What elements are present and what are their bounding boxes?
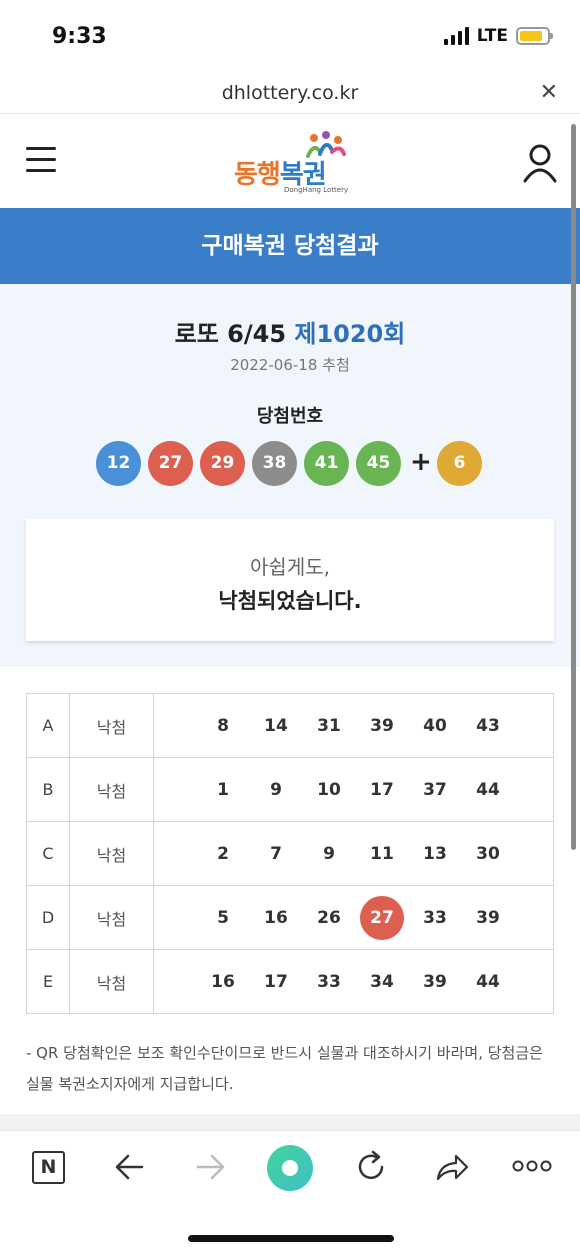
draw-date: 2022-06-18 추첨 [230, 356, 350, 374]
url-text[interactable]: dhlottery.co.kr [0, 82, 580, 104]
share-icon[interactable] [434, 1149, 470, 1185]
status-time: 9:33 [52, 24, 107, 49]
row-letter: B [26, 757, 70, 822]
logo[interactable]: 동행복권 DongHang Lottery [232, 130, 352, 194]
row-numbers: 8 14 31 39 40 43 [153, 693, 554, 758]
table-row: E 낙첨 16 17 33 34 39 44 [26, 949, 554, 1014]
result-section: 로또 6/45 제1020회 2022-06-18 추첨 당첨번호 12 27 … [0, 284, 580, 667]
row-letter: A [26, 693, 70, 758]
user-icon[interactable] [522, 143, 558, 183]
forward-arrow-icon[interactable] [194, 1149, 226, 1185]
table-row: C 낙첨 2 7 9 11 13 30 [26, 821, 554, 886]
ticket-number: 34 [370, 972, 394, 992]
more-icon[interactable] [512, 1159, 552, 1173]
close-icon[interactable]: ✕ [540, 80, 558, 105]
footer-strip [0, 1114, 580, 1130]
page-banner: 구매복권 당첨결과 [0, 208, 580, 284]
ticket-number: 33 [423, 908, 447, 928]
ticket-number: 10 [317, 780, 341, 800]
winning-balls: 12 27 29 38 41 45 + 6 [96, 441, 496, 487]
table-row: A 낙첨 8 14 31 39 40 43 [26, 693, 554, 758]
winning-ball: 29 [200, 441, 245, 486]
row-letter: E [26, 949, 70, 1014]
row-letter: D [26, 885, 70, 950]
ticket-number: 31 [317, 716, 341, 736]
scrollbar[interactable] [571, 124, 576, 850]
winning-ball: 45 [356, 441, 401, 486]
table-row: B 낙첨 1 9 10 17 37 44 [26, 757, 554, 822]
refresh-icon[interactable] [354, 1149, 388, 1185]
row-numbers: 16 17 33 34 39 44 [153, 949, 554, 1014]
ticket-number: 2 [217, 844, 229, 864]
browser-url-bar: dhlottery.co.kr ✕ [0, 72, 580, 114]
ticket-number: 17 [264, 972, 288, 992]
ticket-number: 39 [370, 716, 394, 736]
matched-number: 27 [360, 896, 404, 940]
winning-ball: 27 [148, 441, 193, 486]
back-arrow-icon[interactable] [114, 1149, 146, 1185]
ticket-number: 33 [317, 972, 341, 992]
ticket-number: 44 [476, 972, 500, 992]
ticket-number: 9 [323, 844, 335, 864]
row-numbers: 2 7 9 11 13 30 [153, 821, 554, 886]
network-label: LTE [476, 26, 508, 46]
status-bar: 9:33 LTE [0, 0, 580, 72]
naver-home-icon[interactable]: N [32, 1151, 65, 1184]
notice-text: - QR 당첨확인은 보조 확인수단이므로 반드시 실물과 대조하시기 바라며,… [26, 1044, 543, 1093]
ticket-number: 5 [217, 908, 229, 928]
row-status: 낙첨 [69, 885, 154, 950]
ticket-number: 7 [270, 844, 282, 864]
draw-title: 로또 6/45 제1020회 [174, 320, 406, 348]
ticket-number: 9 [270, 780, 282, 800]
ticket-number: 39 [423, 972, 447, 992]
signal-icon [443, 27, 469, 45]
row-status: 낙첨 [69, 757, 154, 822]
battery-icon [516, 27, 553, 45]
ticket-number: 37 [423, 780, 447, 800]
ticket-number: 26 [317, 908, 341, 928]
ticket-number: 30 [476, 844, 500, 864]
ticket-number: 1 [217, 780, 229, 800]
winning-numbers-label: 당첨번호 [256, 406, 324, 427]
ticket-number: 16 [264, 908, 288, 928]
row-numbers: 1 9 10 17 37 44 [153, 757, 554, 822]
ticket-number: 39 [476, 908, 500, 928]
browser-bottom-nav: N [0, 1130, 580, 1255]
ticket-number: 8 [217, 716, 229, 736]
ticket-number: 40 [423, 716, 447, 736]
home-indicator[interactable] [188, 1235, 394, 1242]
ticket-results-table: A 낙첨 8 14 31 39 40 43 B 낙첨 1 9 10 17 37 44 C 낙첨 2 7 9 11 13 30 D… [26, 693, 554, 1014]
row-status: 낙첨 [69, 693, 154, 758]
ticket-number: 43 [476, 716, 500, 736]
ticket-number: 14 [264, 716, 288, 736]
winning-ball: 12 [96, 441, 141, 486]
result-message-line1: 아쉽게도, [250, 555, 330, 579]
result-message-card: 아쉽게도, 낙첨되었습니다. [26, 519, 554, 641]
ticket-number: 17 [370, 780, 394, 800]
winning-ball: 38 [252, 441, 297, 486]
ticket-number: 13 [423, 844, 447, 864]
row-status: 낙첨 [69, 949, 154, 1014]
ticket-number: 16 [211, 972, 235, 992]
table-row: D 낙첨 5 16 26 27 33 39 [26, 885, 554, 950]
winning-ball: 41 [304, 441, 349, 486]
bonus-ball: 6 [437, 441, 482, 486]
plus-sign: + [410, 447, 432, 477]
ticket-number: 44 [476, 780, 500, 800]
ticket-number: 11 [370, 844, 394, 864]
menu-icon[interactable] [26, 147, 56, 173]
home-button-icon[interactable] [267, 1145, 313, 1191]
logo-subtitle: DongHang Lottery [284, 186, 349, 194]
page-title: 구매복권 당첨결과 [201, 233, 379, 259]
row-letter: C [26, 821, 70, 886]
site-header: 동행복권 DongHang Lottery [0, 115, 580, 208]
row-numbers: 5 16 26 27 33 39 [153, 885, 554, 950]
result-message-line2: 낙첨되었습니다. [218, 589, 362, 613]
status-indicators: LTE [443, 26, 553, 46]
row-status: 낙첨 [69, 821, 154, 886]
